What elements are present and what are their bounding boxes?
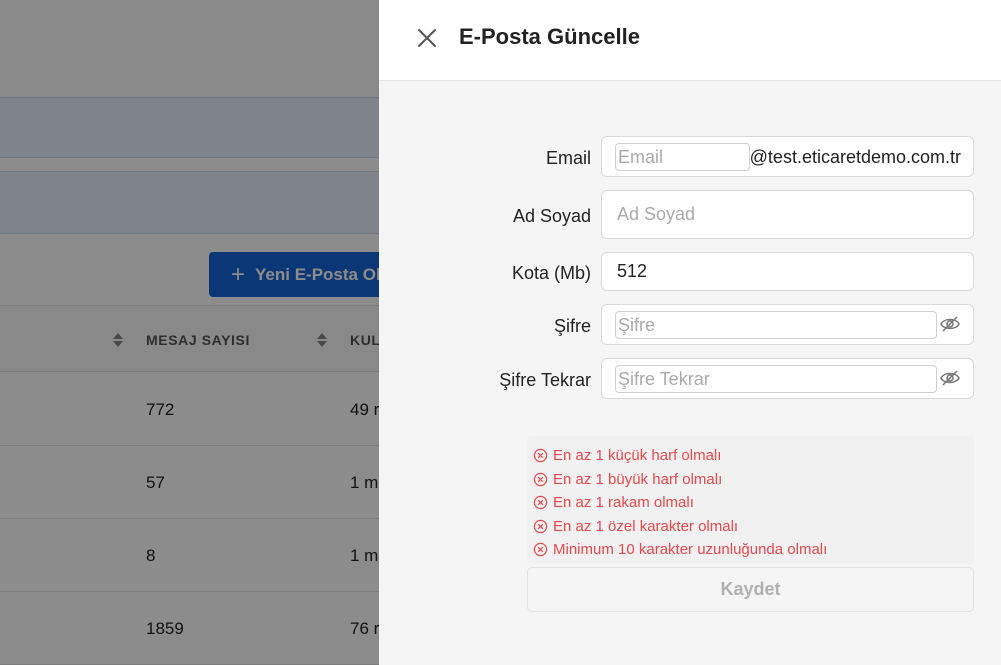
error-circle-x-icon bbox=[533, 543, 548, 557]
close-icon[interactable] bbox=[415, 26, 439, 50]
password-confirm-field-group bbox=[601, 358, 974, 399]
validation-error-text: En az 1 özel karakter olmalı bbox=[553, 517, 739, 535]
update-email-drawer: E-Posta Güncelle Email @test.eticaretdem… bbox=[379, 0, 1001, 665]
error-circle-x-icon bbox=[533, 496, 548, 510]
error-circle-x-icon bbox=[533, 449, 548, 463]
validation-error: Minimum 10 karakter uzunluğunda olmalı bbox=[533, 538, 974, 562]
error-circle-x-icon bbox=[533, 472, 548, 486]
email-label: Email bbox=[545, 148, 591, 168]
eye-slash-icon[interactable] bbox=[939, 369, 961, 387]
quota-field bbox=[601, 252, 974, 291]
validation-error-text: En az 1 rakam olmalı bbox=[553, 494, 694, 512]
password-confirm-label: Şifre Tekrar bbox=[499, 370, 591, 390]
name-field bbox=[601, 190, 974, 239]
email-input-box bbox=[615, 143, 750, 171]
password-field-group bbox=[601, 304, 974, 345]
eye-slash-icon[interactable] bbox=[939, 315, 961, 333]
quota-label: Kota (Mb) bbox=[511, 263, 591, 283]
password-label: Şifre bbox=[553, 316, 591, 336]
drawer-header: E-Posta Güncelle bbox=[379, 0, 1001, 81]
name-input[interactable] bbox=[617, 191, 957, 238]
validation-error-text: Minimum 10 karakter uzunluğunda olmalı bbox=[553, 541, 828, 559]
email-input[interactable] bbox=[616, 144, 749, 170]
name-label: Ad Soyad bbox=[512, 206, 591, 226]
drawer-title: E-Posta Güncelle bbox=[459, 24, 640, 49]
email-field-group: @test.eticaretdemo.com.tr bbox=[601, 136, 974, 177]
validation-error: En az 1 özel karakter olmalı bbox=[533, 515, 974, 539]
validation-error-text: En az 1 büyük harf olmalı bbox=[553, 470, 723, 488]
email-domain-suffix: @test.eticaretdemo.com.tr bbox=[749, 147, 961, 167]
quota-input[interactable] bbox=[617, 253, 957, 290]
password-confirm-input-box bbox=[615, 365, 937, 393]
password-confirm-input[interactable] bbox=[616, 366, 936, 392]
password-input-box bbox=[615, 311, 937, 339]
validation-error: En az 1 küçük harf olmalı bbox=[533, 444, 974, 468]
error-circle-x-icon bbox=[533, 519, 548, 533]
password-validation-list: En az 1 küçük harf olmalı En az 1 büyük … bbox=[527, 436, 974, 564]
save-button[interactable]: Kaydet bbox=[527, 567, 974, 612]
validation-error-text: En az 1 küçük harf olmalı bbox=[553, 447, 722, 465]
validation-error: En az 1 rakam olmalı bbox=[533, 491, 974, 515]
password-input[interactable] bbox=[616, 312, 936, 338]
validation-error: En az 1 büyük harf olmalı bbox=[533, 468, 974, 492]
